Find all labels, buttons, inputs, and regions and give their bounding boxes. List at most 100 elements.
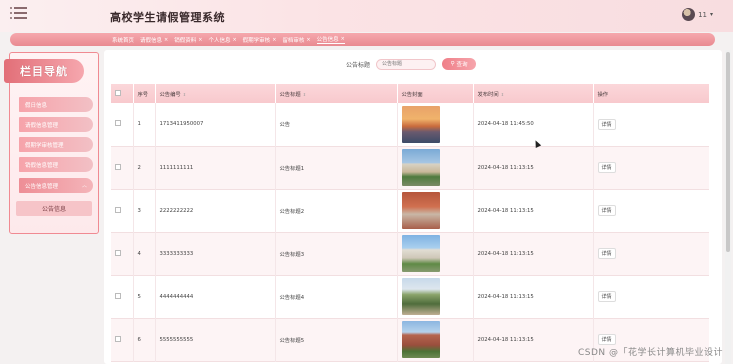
search-button[interactable]: ⚲ 查询 [442,58,477,70]
app-header: 高校学生请假管理系统 11 ▾ [0,0,733,32]
sidebar-subitem-notice-info[interactable]: 公告信息 [16,201,92,216]
tab-label: 系统首页 [112,37,135,44]
notice-cover-cell [397,275,474,318]
row-index: 4 [133,232,156,275]
tab-label: 留档审核 [282,37,305,44]
tab-label: 假期学审核 [242,37,271,44]
search-icon: ⚲ [450,61,455,67]
detail-button[interactable]: 详情 [597,248,616,259]
tab-2[interactable]: 销假资料 × [174,36,202,44]
notice-title: 公告标题1 [275,146,398,189]
notice-code: 1111111111 [155,146,276,189]
close-icon[interactable]: × [306,37,310,43]
column-header[interactable]: 公告标题 ⇕ [275,84,398,103]
sidebar-item-holiday[interactable]: 假日信息 [19,97,93,112]
close-icon[interactable]: × [272,37,276,43]
avatar[interactable] [682,8,696,21]
row-select-cell[interactable] [111,189,134,232]
tab-bar: 系统首页 请假信息 × 销假资料 × 个人信息 × 假期学审核 × 留档审核 × 公告信息 × [10,33,715,46]
action-cell: 详情 [593,103,709,146]
notice-cover-image[interactable] [401,235,440,272]
notice-title: 公告标题2 [275,189,398,232]
row-select-cell[interactable] [111,103,134,146]
sidebar-item-notice[interactable]: 公告信息管理 ︿ [19,178,93,193]
sidebar-item-review[interactable]: 假期学审核管理 [19,137,93,152]
row-select-cell[interactable] [111,275,134,318]
close-icon[interactable]: × [232,37,236,43]
tab-6[interactable]: 公告信息 × [316,35,345,44]
table-row[interactable]: 5 4444444444 公告标题4 2024-04-18 11:13:15 详情 [111,275,709,318]
row-index: 5 [133,275,156,318]
detail-button[interactable]: 详情 [597,162,616,173]
column-header[interactable]: 发布时间 ⇕ [473,84,594,103]
table-row[interactable]: 4 3333333333 公告标题3 2024-04-18 11:13:15 详情 [111,232,709,275]
row-checkbox[interactable] [115,206,121,213]
table-row[interactable]: 2 1111111111 公告标题1 2024-04-18 11:13:15 详情 [111,146,709,189]
table-row[interactable]: 3 2222222222 公告标题2 2024-04-18 11:13:15 详情 [111,189,709,232]
chevron-down-icon[interactable]: ▾ [710,11,713,18]
sidebar-item-leave[interactable]: 请假信息管理 [19,117,93,132]
menu-toggle-icon[interactable] [10,6,28,22]
publish-time: 2024-04-18 11:13:15 [473,146,594,189]
close-icon[interactable]: × [198,37,202,43]
sort-icon[interactable]: ⇕ [303,92,306,97]
page-scrollbar[interactable] [725,50,731,364]
notice-cover-image[interactable] [401,149,440,186]
notice-cover-cell [397,232,474,275]
notice-title: 公告标题5 [275,318,398,361]
detail-button[interactable]: 详情 [597,291,616,302]
row-select-cell[interactable] [111,318,134,361]
select-all-checkbox[interactable] [115,89,121,96]
row-index: 3 [133,189,156,232]
tab-1[interactable]: 请假信息 × [140,36,168,44]
row-checkbox[interactable] [115,335,121,342]
notice-cover-image[interactable] [401,192,440,229]
row-checkbox[interactable] [115,120,121,127]
select-all-cell[interactable] [111,84,134,103]
notice-cover-image[interactable] [401,321,440,358]
notice-code: 3333333333 [155,232,276,275]
row-select-cell[interactable] [111,146,134,189]
close-icon[interactable]: × [164,37,168,43]
publish-time: 2024-04-18 11:13:15 [473,275,594,318]
publish-time: 2024-04-18 11:13:15 [473,318,594,361]
sort-icon[interactable]: ⇕ [183,92,186,97]
notice-cover-image[interactable] [401,278,440,315]
tab-4[interactable]: 假期学审核 × [243,36,277,44]
sidebar-logo: 栏目导航 [4,59,84,83]
chevron-up-icon: ︿ [81,183,87,189]
row-select-cell[interactable] [111,232,134,275]
row-checkbox[interactable] [115,292,121,299]
row-checkbox[interactable] [115,163,121,170]
app-title: 高校学生请假管理系统 [110,11,225,24]
detail-button[interactable]: 详情 [597,334,616,345]
table-header-row: 序号 公告编号 ⇕ 公告标题 ⇕ 公告封面 发布时间 ⇕ 操作 [111,84,709,103]
notice-cover-cell [397,146,474,189]
notice-cover-cell [397,103,474,146]
detail-button[interactable]: 详情 [597,205,616,216]
action-cell: 详情 [593,275,709,318]
table-row[interactable]: 1 1713411950007 公告 2024-04-18 11:45:50 详情 [111,103,709,146]
row-index: 1 [133,103,156,146]
notice-title: 公告 [275,103,398,146]
tab-5[interactable]: 留档审核 × [282,36,310,44]
search-label: 公告标题 [346,61,371,69]
close-icon[interactable]: × [341,36,345,42]
sidebar-item-cancel-leave[interactable]: 销假信息管理 [19,157,93,172]
scrollbar-thumb[interactable] [726,52,730,252]
search-bar: 公告标题 ⚲ 查询 [346,58,477,70]
tab-3[interactable]: 个人信息 × [208,36,236,44]
username[interactable]: 11 [698,11,707,19]
row-index: 2 [133,146,156,189]
column-header: 序号 [133,84,156,103]
notice-cover-image[interactable] [401,105,440,143]
user-menu[interactable]: 11 ▾ [682,8,713,21]
detail-button[interactable]: 详情 [597,118,616,130]
tab-0[interactable]: 系统首页 [112,36,134,44]
notice-table: 序号 公告编号 ⇕ 公告标题 ⇕ 公告封面 发布时间 ⇕ 操作 1 1713411950… [111,84,709,364]
search-input[interactable] [376,58,437,70]
column-header[interactable]: 公告编号 ⇕ [155,84,276,103]
notice-code: 5555555555 [155,318,276,361]
row-checkbox[interactable] [115,249,121,256]
sort-icon[interactable]: ⇕ [501,92,504,97]
